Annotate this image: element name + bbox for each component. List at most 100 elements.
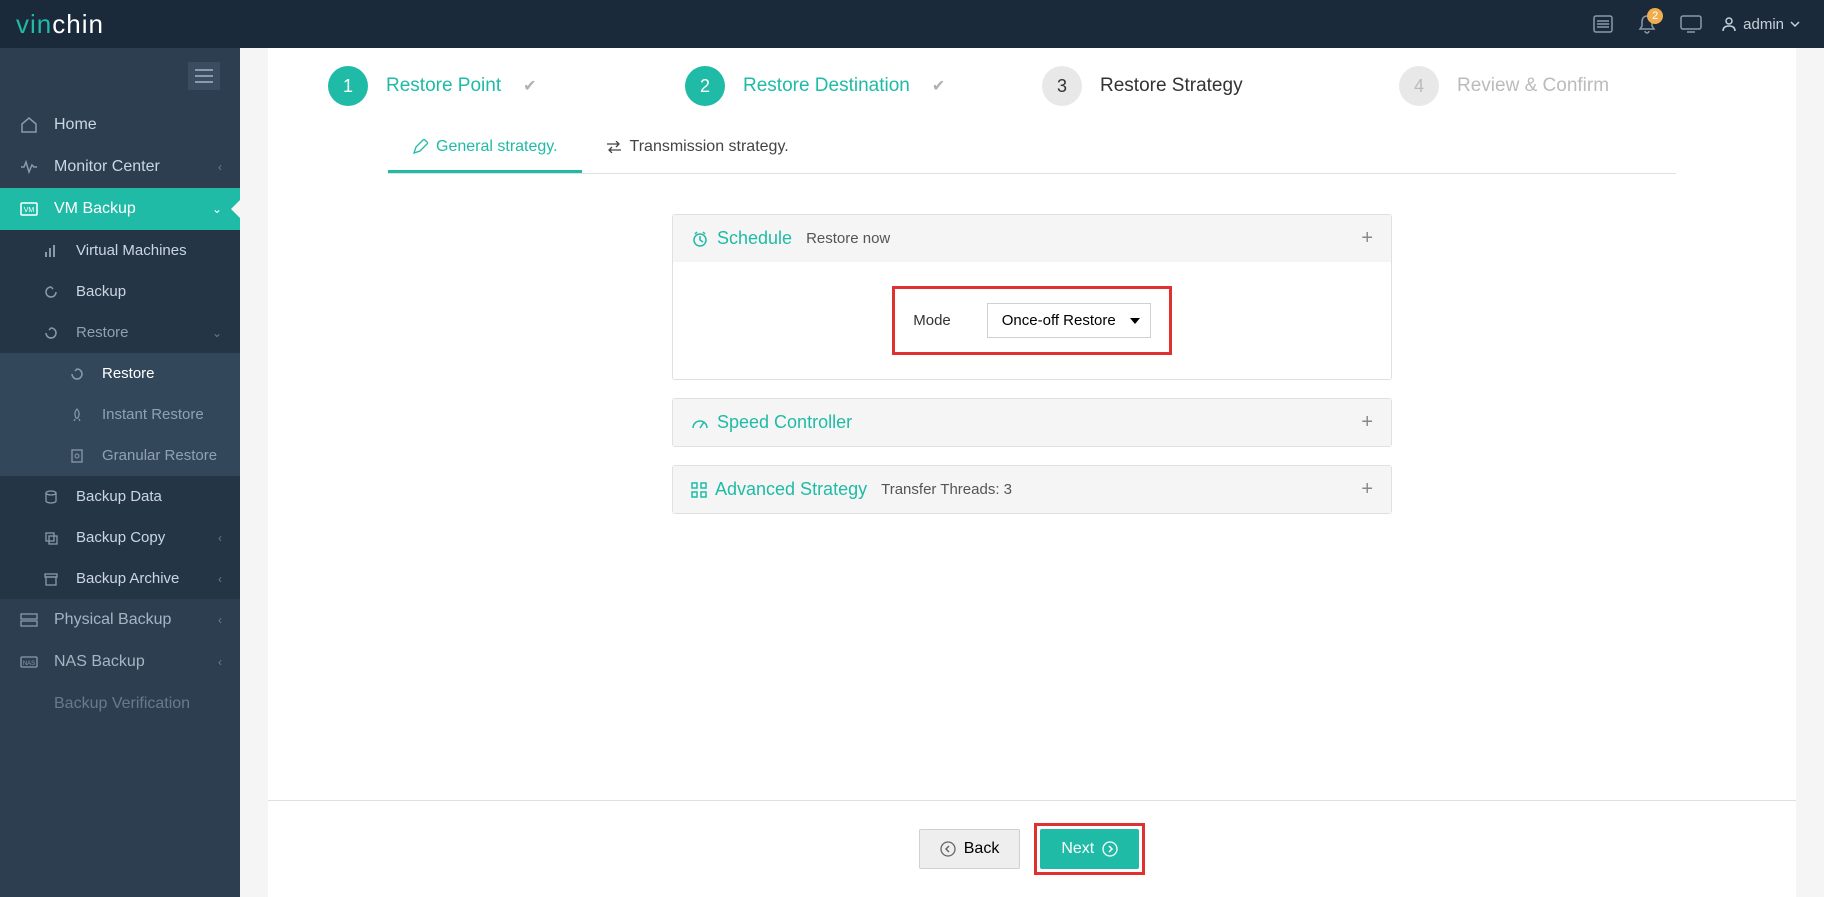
nav-restore-sub[interactable]: Restore [0, 353, 240, 394]
back-button[interactable]: Back [919, 829, 1021, 869]
nav-backup-copy[interactable]: Backup Copy ‹ [0, 517, 240, 558]
nav-instant-restore[interactable]: Instant Restore [0, 394, 240, 435]
plus-icon: + [1361, 227, 1373, 250]
step-label: Review & Confirm [1457, 75, 1609, 97]
user-menu[interactable]: admin [1713, 16, 1808, 33]
svg-text:VM: VM [24, 207, 35, 214]
monitor-center-icon [18, 160, 40, 174]
nav-label: Instant Restore [102, 406, 204, 423]
logo: vinchin [16, 9, 104, 40]
grid-icon [691, 482, 707, 498]
vm-icon: VM [18, 202, 40, 216]
nav-label: Monitor Center [54, 158, 160, 176]
database-icon [40, 490, 62, 504]
schedule-title: Schedule [717, 228, 792, 249]
nav-label: NAS Backup [54, 653, 145, 671]
nav-label: Restore [102, 365, 155, 382]
rocket-icon [66, 408, 88, 422]
plus-icon: + [1361, 478, 1373, 501]
step-restore-point[interactable]: 1 Restore Point ✔ [328, 66, 685, 106]
user-icon [1721, 16, 1737, 32]
step-number: 1 [328, 66, 368, 106]
archive-icon [40, 572, 62, 586]
svg-text:NAS: NAS [23, 661, 35, 667]
nav-vm-backup[interactable]: VM VM Backup ⌄ [0, 188, 240, 230]
notification-badge: 2 [1647, 8, 1663, 24]
step-review-confirm[interactable]: 4 Review & Confirm [1399, 66, 1756, 106]
next-highlight-box: Next [1034, 823, 1145, 875]
hamburger-icon [188, 62, 220, 90]
sidebar-toggle[interactable] [0, 48, 240, 104]
tab-label: General strategy. [436, 138, 558, 156]
chevron-icon: ‹ [218, 531, 222, 545]
copy-icon [40, 531, 62, 545]
topbar: vinchin 2 admin [0, 0, 1824, 48]
user-name: admin [1743, 16, 1784, 33]
mode-label: Mode [913, 312, 951, 329]
chevron-icon: ‹ [218, 613, 222, 627]
nav-nas-backup[interactable]: NAS NAS Backup ‹ [0, 641, 240, 683]
chevron-icon: ‹ [218, 160, 222, 174]
next-label: Next [1061, 840, 1094, 858]
sidebar: Home Monitor Center ‹ VM VM Backup ⌄ Vir… [0, 48, 240, 897]
nav-physical-backup[interactable]: Physical Backup ‹ [0, 599, 240, 641]
nav-granular-restore[interactable]: Granular Restore [0, 435, 240, 476]
advanced-strategy-panel: Advanced Strategy Transfer Threads: 3 + [672, 465, 1392, 514]
schedule-header[interactable]: Schedule Restore now + [673, 215, 1391, 262]
nav-label: Backup Verification [54, 695, 190, 713]
notification-icon[interactable]: 2 [1629, 6, 1665, 42]
chevron-icon: ‹ [218, 655, 222, 669]
nav-backup-verification[interactable]: Backup Verification [0, 683, 240, 725]
next-button[interactable]: Next [1040, 829, 1139, 869]
nav-backup-data[interactable]: Backup Data [0, 476, 240, 517]
gauge-icon [691, 416, 709, 430]
home-icon [18, 116, 40, 134]
nav-backup-archive[interactable]: Backup Archive ‹ [0, 558, 240, 599]
pencil-icon [412, 139, 428, 155]
nav-label: Restore [76, 324, 129, 341]
step-restore-strategy[interactable]: 3 Restore Strategy [1042, 66, 1399, 106]
arrow-right-icon [1102, 841, 1118, 857]
refresh-icon [40, 285, 62, 299]
nav-home[interactable]: Home [0, 104, 240, 146]
schedule-subtitle: Restore now [806, 230, 890, 247]
step-number: 2 [685, 66, 725, 106]
exchange-icon [606, 141, 622, 153]
step-label: Restore Strategy [1100, 75, 1243, 97]
nav-label: VM Backup [54, 200, 136, 218]
arrow-left-icon [940, 841, 956, 857]
mode-select[interactable]: Once-off Restore [987, 303, 1151, 338]
chevron-icon: ‹ [218, 572, 222, 586]
nav-backup[interactable]: Backup [0, 271, 240, 312]
nav-label: Physical Backup [54, 611, 171, 629]
logo-part2: chin [52, 9, 104, 39]
tab-general-strategy[interactable]: General strategy. [388, 124, 582, 173]
speed-controller-panel: Speed Controller + [672, 398, 1392, 447]
chevron-down-icon: ⌄ [212, 202, 222, 216]
tab-label: Transmission strategy. [630, 138, 789, 156]
nav-label: Home [54, 116, 97, 134]
list-icon[interactable] [1585, 6, 1621, 42]
logo-part1: vin [16, 9, 52, 39]
advanced-strategy-header[interactable]: Advanced Strategy Transfer Threads: 3 + [673, 466, 1391, 513]
step-number: 4 [1399, 66, 1439, 106]
speed-controller-header[interactable]: Speed Controller + [673, 399, 1391, 446]
server-icon [18, 613, 40, 627]
advanced-title: Advanced Strategy [715, 479, 867, 500]
chevron-down-icon [1790, 21, 1800, 27]
nav-monitor-center[interactable]: Monitor Center ‹ [0, 146, 240, 188]
schedule-panel: Schedule Restore now + Mode Once-off Res… [672, 214, 1392, 380]
strategy-tabs: General strategy. Transmission strategy. [388, 124, 1676, 174]
nav-virtual-machines[interactable]: Virtual Machines [0, 230, 240, 271]
step-restore-destination[interactable]: 2 Restore Destination ✔ [685, 66, 1042, 106]
monitor-icon[interactable] [1673, 6, 1709, 42]
check-icon: ✔ [932, 76, 945, 96]
step-label: Restore Destination [743, 75, 910, 97]
tab-transmission-strategy[interactable]: Transmission strategy. [582, 124, 813, 173]
nav-restore[interactable]: Restore ⌄ [0, 312, 240, 353]
speed-title: Speed Controller [717, 412, 852, 433]
chevron-down-icon: ⌄ [212, 326, 222, 340]
restore-icon [66, 367, 88, 381]
nas-icon: NAS [18, 656, 40, 668]
restore-icon [40, 326, 62, 340]
